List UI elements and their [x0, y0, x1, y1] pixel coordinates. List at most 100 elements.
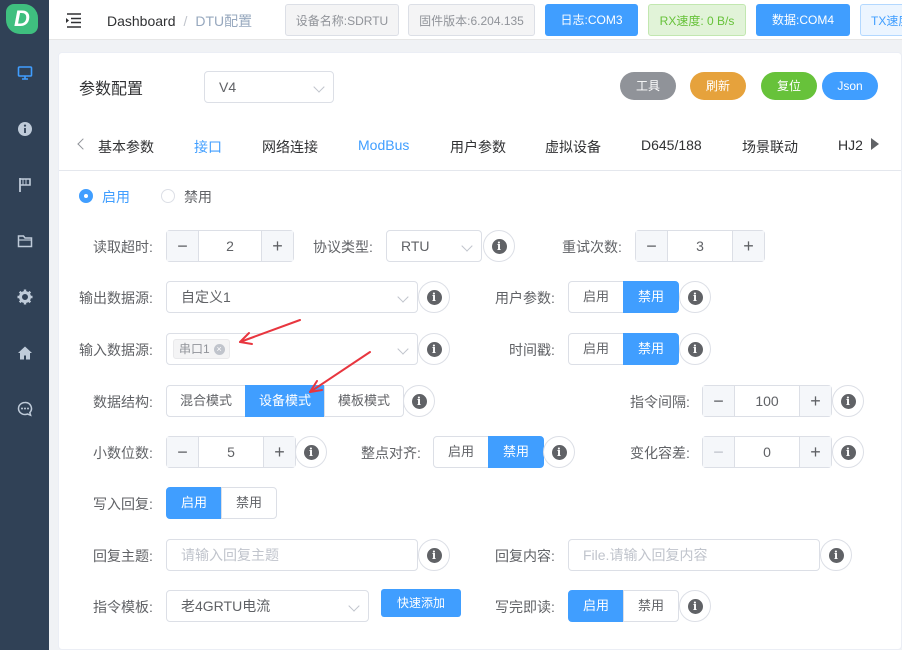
- menu-toggle-icon[interactable]: [64, 10, 84, 30]
- tab-network[interactable]: 网络连接: [262, 137, 318, 157]
- tab-scroll-left-icon[interactable]: [77, 138, 89, 150]
- tab-scroll-right-icon[interactable]: [871, 138, 879, 150]
- reply-content-info-icon[interactable]: i: [820, 539, 852, 571]
- refresh-button[interactable]: 刷新: [690, 72, 746, 100]
- hour-align-toggle[interactable]: 启用 禁用: [433, 436, 544, 468]
- disable-radio-label[interactable]: 禁用: [184, 187, 212, 207]
- write-reply-enable[interactable]: 启用: [166, 487, 222, 519]
- tag-close-icon[interactable]: ×: [213, 344, 225, 356]
- data-port-button[interactable]: 数据:COM4: [756, 4, 850, 36]
- panel-title: 参数配置: [79, 81, 144, 98]
- read-after-write-toggle[interactable]: 启用 禁用: [568, 590, 679, 622]
- enable-radio-label[interactable]: 启用: [102, 187, 130, 207]
- decrement-button[interactable]: −: [636, 231, 668, 261]
- protocol-select[interactable]: RTU: [386, 230, 482, 262]
- device-name-badge: 设备名称:SDRTU: [285, 4, 399, 36]
- reply-topic-input[interactable]: 请输入回复主题: [166, 539, 418, 571]
- read-timeout-stepper[interactable]: −2 +: [166, 230, 294, 262]
- tab-user-params[interactable]: 用户参数: [450, 137, 506, 157]
- quick-add-button[interactable]: 快速添加: [381, 589, 461, 617]
- tab-d645[interactable]: D645/188: [641, 137, 702, 153]
- output-source-info-icon[interactable]: i: [418, 281, 450, 313]
- chevron-down-icon: [397, 343, 409, 355]
- reply-topic-info-icon[interactable]: i: [418, 539, 450, 571]
- tab-hj2[interactable]: HJ2: [838, 137, 863, 153]
- mixed-mode-option[interactable]: 混合模式: [166, 385, 246, 417]
- decimals-value[interactable]: 5: [199, 437, 263, 467]
- write-reply-disable[interactable]: 禁用: [221, 487, 277, 519]
- enable-radio[interactable]: [79, 189, 93, 203]
- chat-icon[interactable]: [0, 394, 49, 424]
- cmd-template-select[interactable]: 老4GRTU电流: [166, 590, 369, 622]
- json-button[interactable]: Json: [822, 72, 878, 100]
- read-after-write-disable[interactable]: 禁用: [623, 590, 679, 622]
- user-param-toggle[interactable]: 启用 禁用: [568, 281, 679, 313]
- version-value: V4: [219, 79, 237, 95]
- increment-button[interactable]: +: [799, 386, 831, 416]
- flag-icon[interactable]: [0, 170, 49, 200]
- increment-button[interactable]: +: [261, 231, 293, 261]
- hour-align-info-icon[interactable]: i: [543, 436, 575, 468]
- input-source-info-icon[interactable]: i: [418, 333, 450, 365]
- breadcrumb-home[interactable]: Dashboard: [107, 13, 176, 29]
- decrement-button[interactable]: −: [167, 231, 199, 261]
- read-timeout-value[interactable]: 2: [199, 231, 261, 261]
- gear-icon[interactable]: [0, 282, 49, 312]
- folder-icon[interactable]: [0, 226, 49, 256]
- retry-stepper[interactable]: −3 +: [635, 230, 765, 262]
- protocol-info-icon[interactable]: i: [483, 230, 515, 262]
- data-structure-info-icon[interactable]: i: [403, 385, 435, 417]
- timestamp-disable[interactable]: 禁用: [623, 333, 679, 365]
- app-logo: D: [6, 4, 38, 34]
- monitor-icon[interactable]: [0, 58, 49, 88]
- output-source-select[interactable]: 自定义1: [166, 281, 418, 313]
- increment-button[interactable]: +: [799, 437, 831, 467]
- user-param-enable[interactable]: 启用: [568, 281, 624, 313]
- input-source-select[interactable]: 串口1 ×: [166, 333, 418, 365]
- tolerance-info-icon[interactable]: i: [832, 436, 864, 468]
- reset-button[interactable]: 复位: [761, 72, 817, 100]
- decrement-button[interactable]: −: [703, 437, 735, 467]
- timestamp-enable[interactable]: 启用: [568, 333, 624, 365]
- tab-virtual-device[interactable]: 虚拟设备: [545, 137, 601, 157]
- increment-button[interactable]: +: [263, 437, 295, 467]
- disable-radio[interactable]: [161, 189, 175, 203]
- tools-button[interactable]: 工具: [620, 72, 676, 100]
- tolerance-stepper[interactable]: −0 +: [702, 436, 832, 468]
- cmd-interval-value[interactable]: 100: [735, 386, 799, 416]
- output-source-value: 自定义1: [181, 289, 231, 305]
- cmd-interval-stepper[interactable]: −100 +: [702, 385, 832, 417]
- version-select[interactable]: V4: [204, 71, 334, 103]
- increment-button[interactable]: +: [732, 231, 764, 261]
- user-param-info-icon[interactable]: i: [679, 281, 711, 313]
- template-mode-option[interactable]: 模板模式: [324, 385, 404, 417]
- hour-align-disable[interactable]: 禁用: [488, 436, 544, 468]
- retry-value[interactable]: 3: [668, 231, 732, 261]
- device-mode-option[interactable]: 设备模式: [245, 385, 325, 417]
- read-after-write-enable[interactable]: 启用: [568, 590, 624, 622]
- read-after-write-info-icon[interactable]: i: [679, 590, 711, 622]
- decrement-button[interactable]: −: [703, 386, 735, 416]
- timestamp-info-icon[interactable]: i: [679, 333, 711, 365]
- hour-align-enable[interactable]: 启用: [433, 436, 489, 468]
- tab-basic-params[interactable]: 基本参数: [98, 137, 154, 157]
- log-port-button[interactable]: 日志:COM3: [545, 4, 638, 36]
- data-structure-toggle[interactable]: 混合模式 设备模式 模板模式: [166, 385, 404, 417]
- write-reply-toggle[interactable]: 启用 禁用: [166, 487, 277, 519]
- decimals-info-icon[interactable]: i: [295, 436, 327, 468]
- tolerance-value[interactable]: 0: [735, 437, 799, 467]
- tab-interface[interactable]: 接口: [194, 137, 222, 157]
- tab-modbus[interactable]: ModBus: [358, 137, 409, 153]
- tab-divider: [59, 170, 901, 171]
- timestamp-toggle[interactable]: 启用 禁用: [568, 333, 679, 365]
- info-icon[interactable]: [0, 114, 49, 144]
- decimals-stepper[interactable]: −5 +: [166, 436, 296, 468]
- cmd-interval-info-icon[interactable]: i: [832, 385, 864, 417]
- user-param-disable[interactable]: 禁用: [623, 281, 679, 313]
- decrement-button[interactable]: −: [167, 437, 199, 467]
- hour-align-label: 整点对齐:: [361, 445, 421, 461]
- cmd-interval-label: 指令间隔:: [630, 394, 690, 410]
- home-icon[interactable]: [0, 338, 49, 368]
- reply-content-input[interactable]: File.请输入回复内容: [568, 539, 820, 571]
- tab-scene-linkage[interactable]: 场景联动: [742, 137, 798, 157]
